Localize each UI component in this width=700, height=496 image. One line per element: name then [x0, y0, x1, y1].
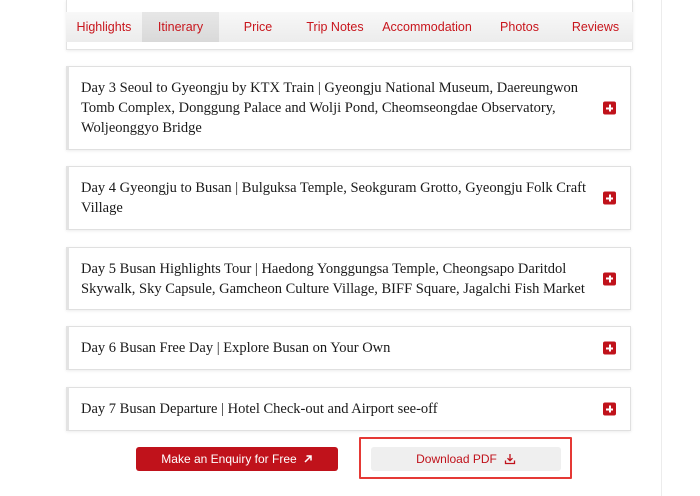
enquiry-button-label: Make an Enquiry for Free: [161, 452, 297, 466]
download-icon: [504, 453, 516, 465]
day-title: Day 6 Busan Free Day | Explore Busan on …: [81, 340, 391, 356]
arrow-up-right-icon: [303, 454, 313, 464]
day-title: Day 3 Seoul to Gyeongju by KTX Train | G…: [81, 80, 579, 136]
expand-plus-icon[interactable]: [603, 341, 616, 355]
day-title: Day 4 Gyeongju to Busan | Bulguksa Templ…: [81, 180, 587, 216]
tab-price[interactable]: Price: [219, 12, 297, 42]
download-pdf-button[interactable]: Download PDF: [371, 447, 561, 471]
tab-trip-notes[interactable]: Trip Notes: [297, 12, 373, 42]
expand-plus-icon[interactable]: [603, 191, 616, 205]
itinerary-day-5[interactable]: Day 5 Busan Highlights Tour | Haedong Yo…: [66, 247, 631, 310]
itinerary-day-4[interactable]: Day 4 Gyeongju to Busan | Bulguksa Templ…: [66, 166, 631, 230]
tab-photos[interactable]: Photos: [481, 12, 558, 42]
tab-bar: Highlights Itinerary Price Trip Notes Ac…: [66, 12, 633, 42]
itinerary-day-6[interactable]: Day 6 Busan Free Day | Explore Busan on …: [66, 326, 631, 370]
itinerary-day-3[interactable]: Day 3 Seoul to Gyeongju by KTX Train | G…: [66, 66, 631, 150]
enquiry-button[interactable]: Make an Enquiry for Free: [136, 447, 338, 471]
day-title: Day 7 Busan Departure | Hotel Check-out …: [81, 401, 438, 417]
tab-highlights[interactable]: Highlights: [66, 12, 142, 42]
tab-accommodation[interactable]: Accommodation: [373, 12, 481, 42]
tab-itinerary[interactable]: Itinerary: [142, 12, 219, 42]
expand-plus-icon[interactable]: [603, 272, 616, 285]
day-title: Day 5 Busan Highlights Tour | Haedong Yo…: [81, 260, 585, 297]
tab-reviews[interactable]: Reviews: [558, 12, 633, 42]
expand-plus-icon[interactable]: [603, 402, 616, 416]
download-pdf-label: Download PDF: [416, 452, 497, 466]
itinerary-day-7[interactable]: Day 7 Busan Departure | Hotel Check-out …: [66, 387, 631, 431]
page-right-border: [661, 0, 662, 496]
expand-plus-icon[interactable]: [603, 101, 616, 115]
